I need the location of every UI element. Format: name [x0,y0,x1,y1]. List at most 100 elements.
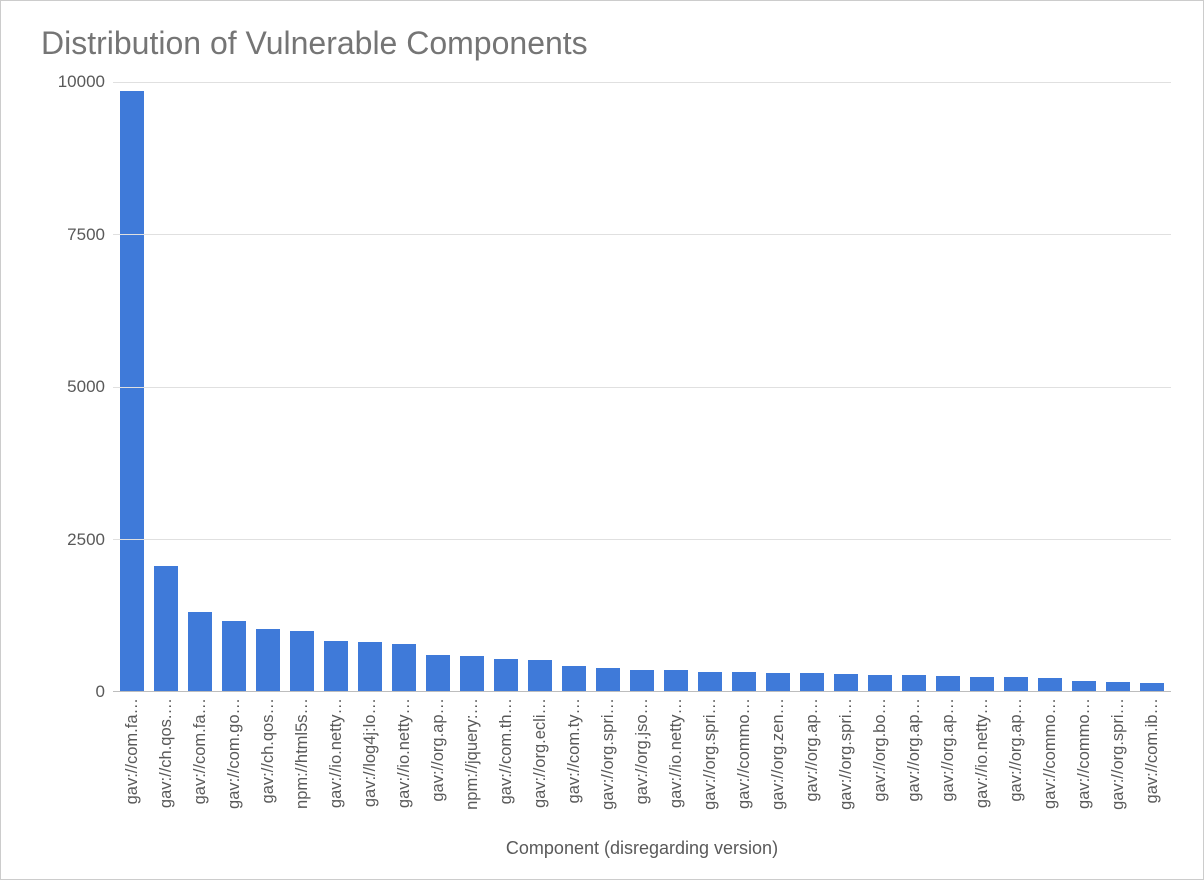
x-tick-label: gav://commo… [1041,698,1060,809]
x-tick-label: gav://ch.qos… [259,698,278,803]
x-label-slot: npm://jquery:… [455,692,489,810]
bar [698,672,722,691]
bar [222,621,246,691]
bar [1004,677,1028,691]
y-tick-label: 10000 [58,72,105,92]
x-tick-label: gav://org.ap… [905,698,924,802]
x-tick-label: npm://html5s… [293,698,312,809]
x-tick-label: gav://com.go… [225,698,244,809]
x-label-slot: gav://org.spri… [1101,692,1135,810]
bar [766,673,790,691]
x-tick-label: gav://org.jso… [633,698,652,804]
bar [834,674,858,691]
plot-area [113,82,1171,692]
bar [664,670,688,691]
y-tick-label: 5000 [67,377,105,397]
bar [630,670,654,691]
x-label-slot: gav://io.netty… [387,692,421,810]
x-tick-label: gav://org.spri… [701,698,720,810]
y-tick-label: 7500 [67,225,105,245]
bar [290,631,314,691]
x-labels-row: gav://com.fa… gav://ch.qos.… gav://com.fa…… [113,692,1171,810]
x-label-slot: gav://org.ap… [999,692,1033,810]
bar [1038,678,1062,691]
bar [528,660,552,691]
x-tick-label: gav://org.ap… [429,698,448,802]
x-label-slot: gav://commo… [727,692,761,810]
x-tick-label: gav://org.zen… [769,698,788,810]
x-tick-label: gav://io.netty… [327,698,346,808]
x-label-slot: gav://org.spri… [591,692,625,810]
x-tick-label: gav://org.ap… [803,698,822,802]
x-label-slot: gav://com.ib… [1135,692,1169,810]
bar [800,673,824,691]
x-tick-label: gav://com.fa… [123,698,142,804]
x-label-slot: gav://com.fa… [183,692,217,810]
x-label-slot: gav://com.th… [489,692,523,810]
x-tick-label: gav://log4j:lo… [361,698,380,807]
x-tick-label: gav://com.fa… [191,698,210,804]
x-tick-label: gav://com.ib… [1143,698,1162,803]
chart-title: Distribution of Vulnerable Components [41,25,1171,62]
bar [494,659,518,691]
x-tick-label: gav://ch.qos.… [157,698,176,808]
gridline [113,234,1171,235]
plot-row: 025005000750010000 [33,82,1171,692]
x-tick-label: gav://com.th… [497,698,516,804]
bar [358,642,382,691]
x-label-slot: gav://commo… [1067,692,1101,810]
x-label-slot: gav://org.ecli… [523,692,557,810]
x-label-slot: gav://org.spri… [829,692,863,810]
gridline [113,387,1171,388]
bar [460,656,484,691]
bar [392,644,416,692]
x-tick-label: gav://io.netty… [973,698,992,808]
bar [936,676,960,691]
x-tick-label: gav://org.spri… [837,698,856,810]
y-tick-label: 2500 [67,530,105,550]
x-label-slot: gav://com.ty… [557,692,591,810]
x-tick-label: gav://commo… [735,698,754,809]
x-tick-label: gav://org.ap… [1007,698,1026,802]
x-tick-label: gav://com.ty… [565,698,584,803]
bar [188,612,212,691]
x-labels: gav://com.fa… gav://ch.qos.… gav://com.fa…… [113,692,1171,810]
x-tick-label: gav://org.bo… [871,698,890,802]
x-label-slot: gav://org.zen… [761,692,795,810]
bar [256,629,280,691]
x-tick-label: gav://org.spri… [599,698,618,810]
x-label-slot: gav://com.go… [217,692,251,810]
x-label-slot: gav://org.jso… [625,692,659,810]
bar [324,641,348,691]
bar [1072,681,1096,691]
chart-container: 025005000750010000 gav://com.fa…gav://ch… [33,82,1171,859]
x-label-slot: gav://ch.qos.… [149,692,183,810]
x-label-slot: gav://ch.qos… [251,692,285,810]
bar [1106,682,1130,691]
bar [732,672,756,691]
y-tick-label: 0 [96,682,105,702]
chart-frame: Distribution of Vulnerable Components 0 2… [0,0,1204,880]
x-label-slot: gav://log4j:lo… [353,692,387,810]
x-label-slot: gav://com.fa… [115,692,149,810]
x-label-slot: gav://io.netty… [965,692,999,810]
bar [154,566,178,691]
bar [120,91,144,691]
bar [596,668,620,691]
x-label-slot: gav://io.netty… [319,692,353,810]
bar [868,675,892,691]
bar [902,675,926,691]
gridline [113,539,1171,540]
x-label-slot: gav://io.netty… [659,692,693,810]
x-label-slot: gav://org.ap… [931,692,965,810]
x-axis-title: Component (disregarding version) [113,838,1171,859]
x-label-slot: gav://org.ap… [897,692,931,810]
y-axis: 025005000750010000 [33,82,113,692]
x-label-slot: gav://commo… [1033,692,1067,810]
x-label-slot: gav://org.bo… [863,692,897,810]
x-tick-label: npm://jquery:… [463,698,482,810]
x-tick-label: gav://io.netty… [667,698,686,808]
x-label-slot: gav://org.ap… [795,692,829,810]
x-tick-label: gav://org.spri… [1109,698,1128,810]
bar [562,666,586,692]
